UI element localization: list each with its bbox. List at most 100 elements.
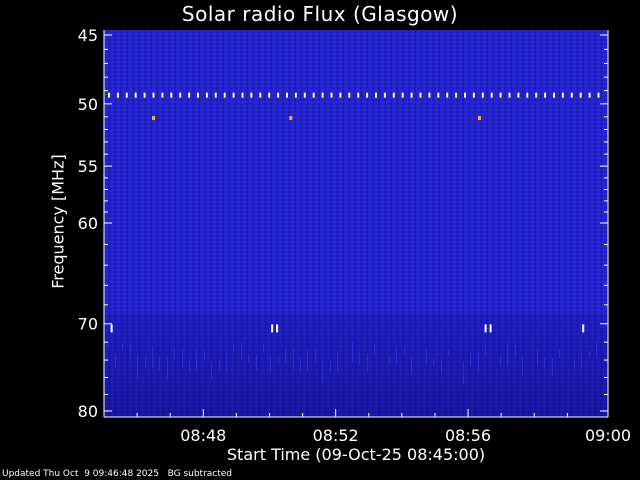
interference-dot — [464, 92, 466, 98]
noise-streak — [411, 357, 412, 375]
interference-dot — [508, 92, 511, 98]
noise-streak — [278, 356, 279, 363]
noise-streak — [574, 360, 575, 369]
interference-dot — [570, 92, 573, 98]
interference-dot — [259, 92, 262, 98]
interference-dot — [561, 92, 564, 98]
interference-dot — [286, 92, 288, 98]
noise-streak — [115, 353, 116, 369]
noise-streak — [485, 343, 486, 357]
y-tick-label: 45 — [78, 26, 98, 45]
noise-streak — [389, 355, 390, 365]
noise-streak — [596, 342, 597, 359]
interference-dot — [419, 92, 422, 98]
interference-dot — [481, 92, 484, 98]
interference-dot — [294, 92, 297, 98]
noise-streak — [330, 360, 331, 373]
interference-dot — [330, 92, 333, 98]
noise-streak — [367, 353, 368, 373]
noise-streak — [478, 352, 479, 375]
interference-dot — [499, 92, 502, 98]
interference-dot — [170, 92, 173, 98]
noise-streak — [463, 361, 464, 385]
spectrogram-chart: 45 50 55 60 70 80 08:48 08:52 08:56 09:00 — [78, 26, 631, 445]
x-tick-label: 09:00 — [585, 426, 631, 445]
noise-streak — [145, 355, 146, 369]
noise-streak — [522, 356, 523, 377]
noise-streak — [300, 358, 301, 373]
noise-streak — [433, 359, 434, 367]
interference-dot — [303, 92, 306, 98]
noise-streak — [211, 361, 212, 381]
noise-streak — [233, 343, 234, 353]
interference-dot — [526, 92, 529, 98]
interference-dot — [161, 92, 164, 98]
noise-streak — [315, 349, 316, 363]
rfi-spike — [271, 324, 274, 333]
burst-dot — [151, 116, 155, 121]
noise-streak — [159, 357, 160, 371]
interference-dot — [490, 92, 493, 98]
noise-streak — [441, 359, 442, 375]
interference-dot — [597, 92, 600, 98]
interference-dot — [410, 92, 413, 98]
noise-streak — [544, 358, 545, 369]
interference-dot — [277, 92, 280, 98]
interference-dot — [134, 92, 137, 98]
burst-dot — [289, 116, 293, 121]
interference-dot — [366, 92, 369, 98]
y-tick-label: 55 — [78, 157, 98, 176]
rfi-spike — [484, 324, 487, 333]
y-tick-label: 70 — [78, 315, 98, 334]
lower-band-shading — [104, 313, 608, 417]
noise-streak — [130, 344, 131, 359]
interference-dot — [579, 92, 582, 98]
interference-dot — [472, 92, 475, 98]
interference-dot — [588, 92, 591, 98]
noise-streak — [137, 355, 138, 379]
x-tick-label: 08:48 — [180, 426, 226, 445]
noise-streak — [515, 345, 516, 357]
noise-streak — [470, 352, 471, 367]
noise-streak — [174, 348, 175, 361]
y-axis-label: Frequency [MHz] — [48, 154, 68, 289]
updated-timestamp: Updated Thu Oct 9 09:46:48 2025 — [2, 469, 159, 479]
rfi-spike — [489, 324, 492, 333]
noise-streak — [196, 350, 197, 371]
interference-dot — [535, 92, 538, 98]
interference-dot — [250, 92, 253, 98]
noise-streak — [293, 347, 294, 371]
noise-streak — [307, 349, 308, 373]
interference-dot — [357, 92, 360, 98]
interference-dot — [152, 92, 155, 98]
noise-streak — [219, 361, 220, 371]
interference-dot — [339, 92, 342, 98]
interference-dot — [544, 92, 547, 98]
noise-streak — [581, 351, 582, 369]
noise-streak — [108, 342, 109, 349]
interference-dot — [348, 92, 351, 98]
interference-dot — [108, 92, 110, 98]
noise-streak — [559, 349, 560, 359]
interference-dot — [455, 92, 458, 98]
rfi-spike — [110, 324, 113, 333]
noise-streak — [507, 345, 508, 367]
x-axis-label: Start Time (09-Oct-25 08:45:00) — [226, 445, 486, 464]
noise-streak — [589, 351, 590, 359]
noise-streak — [322, 360, 323, 383]
interference-dot — [437, 92, 440, 98]
bg-subtracted-note: BG subtracted — [167, 469, 233, 479]
noise-streak — [352, 342, 353, 363]
plot-area — [104, 30, 608, 417]
interference-dot — [428, 92, 431, 98]
interference-dot — [143, 92, 146, 98]
noise-streak — [537, 347, 538, 367]
noise-streak — [167, 357, 168, 379]
interference-dot — [553, 92, 555, 98]
footer-status: Updated Thu Oct 9 09:46:48 2025 BG subtr… — [2, 469, 232, 479]
noise-streak — [204, 350, 205, 361]
noise-streak — [448, 350, 449, 357]
noise-streak — [226, 352, 227, 371]
noise-streak — [263, 345, 264, 353]
interference-dot — [125, 92, 128, 98]
